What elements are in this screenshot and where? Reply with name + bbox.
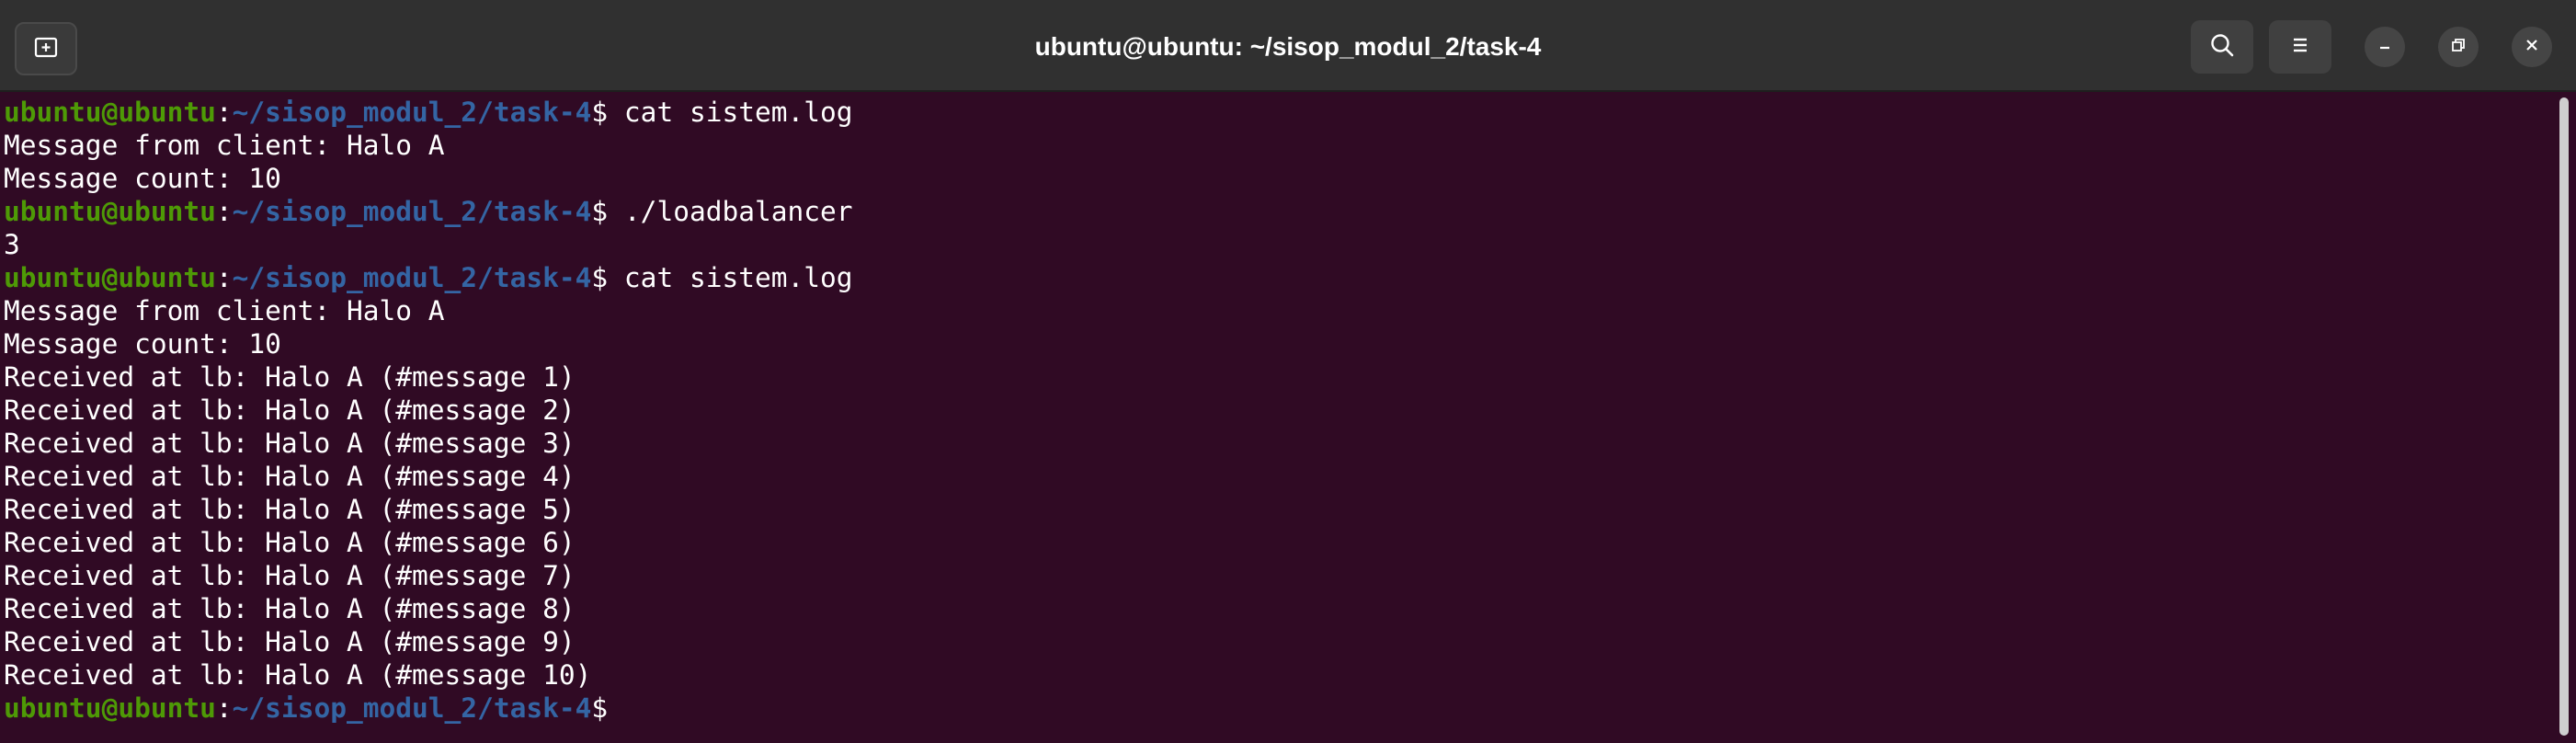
output-line: Received at lb: Halo A (#message 7)	[4, 560, 576, 591]
prompt-user-host: ubuntu@ubuntu	[4, 196, 216, 227]
prompt-line: ubuntu@ubuntu:~/sisop_modul_2/task-4$ ./…	[4, 195, 2556, 228]
prompt-line: ubuntu@ubuntu:~/sisop_modul_2/task-4$ ca…	[4, 261, 2556, 294]
output-line: Message count: 10	[4, 328, 281, 360]
new-tab-icon	[33, 34, 59, 64]
prompt-colon: :	[215, 97, 233, 128]
output-line: 3	[4, 229, 20, 260]
prompt-user-host: ubuntu@ubuntu	[4, 262, 216, 293]
new-tab-button[interactable]	[15, 22, 77, 75]
output-line: Received at lb: Halo A (#message 1)	[4, 361, 576, 393]
prompt-user-host: ubuntu@ubuntu	[4, 97, 216, 128]
prompt-path: ~/sisop_modul_2/task-4	[232, 262, 592, 293]
window-title: ubuntu@ubuntu: ~/sisop_modul_2/task-4	[1034, 32, 1542, 61]
menu-button[interactable]	[2269, 20, 2331, 74]
close-button[interactable]	[2512, 27, 2552, 67]
output-line: Received at lb: Halo A (#message 9)	[4, 626, 576, 657]
terminal-output[interactable]: ubuntu@ubuntu:~/sisop_modul_2/task-4$ ca…	[0, 92, 2556, 743]
output-line: Message from client: Halo A	[4, 130, 445, 161]
output-line: Received at lb: Halo A (#message 3)	[4, 428, 576, 459]
prompt-dollar: $	[591, 262, 624, 293]
maximize-icon	[2449, 36, 2468, 59]
prompt-dollar: $	[591, 196, 624, 227]
output-line: Received at lb: Halo A (#message 4)	[4, 461, 576, 492]
output-line: Received at lb: Halo A (#message 8)	[4, 593, 576, 624]
hamburger-menu-icon	[2288, 33, 2312, 62]
prompt-dollar: $	[591, 97, 624, 128]
vertical-scrollbar[interactable]	[2559, 97, 2569, 736]
output-line: Received at lb: Halo A (#message 6)	[4, 527, 576, 558]
output-line: Received at lb: Halo A (#message 5)	[4, 494, 576, 525]
command-text: cat sistem.log	[623, 97, 853, 128]
prompt-dollar: $	[591, 692, 624, 724]
search-button[interactable]	[2191, 20, 2253, 74]
minimize-icon	[2376, 36, 2394, 59]
output-line: Received at lb: Halo A (#message 2)	[4, 394, 576, 426]
prompt-line: ubuntu@ubuntu:~/sisop_modul_2/task-4$ ca…	[4, 96, 2556, 129]
output-line: Received at lb: Halo A (#message 10)	[4, 659, 592, 691]
prompt-colon: :	[215, 692, 233, 724]
command-text: ./loadbalancer	[623, 196, 853, 227]
prompt-colon: :	[215, 262, 233, 293]
maximize-button[interactable]	[2438, 27, 2479, 67]
prompt-path: ~/sisop_modul_2/task-4	[232, 692, 592, 724]
command-text: cat sistem.log	[623, 262, 853, 293]
minimize-button[interactable]	[2365, 27, 2405, 67]
title-bar[interactable]: ubuntu@ubuntu: ~/sisop_modul_2/task-4	[0, 0, 2576, 92]
output-line: Message from client: Halo A	[4, 295, 445, 326]
prompt-path: ~/sisop_modul_2/task-4	[232, 196, 592, 227]
close-icon	[2523, 36, 2541, 59]
output-line: Message count: 10	[4, 163, 281, 194]
search-icon	[2208, 31, 2236, 63]
prompt-user-host: ubuntu@ubuntu	[4, 692, 216, 724]
prompt-colon: :	[215, 196, 233, 227]
prompt-line: ubuntu@ubuntu:~/sisop_modul_2/task-4$	[4, 692, 2556, 725]
terminal-window: ubuntu@ubuntu: ~/sisop_modul_2/task-4 ub…	[0, 0, 2576, 743]
prompt-path: ~/sisop_modul_2/task-4	[232, 97, 592, 128]
